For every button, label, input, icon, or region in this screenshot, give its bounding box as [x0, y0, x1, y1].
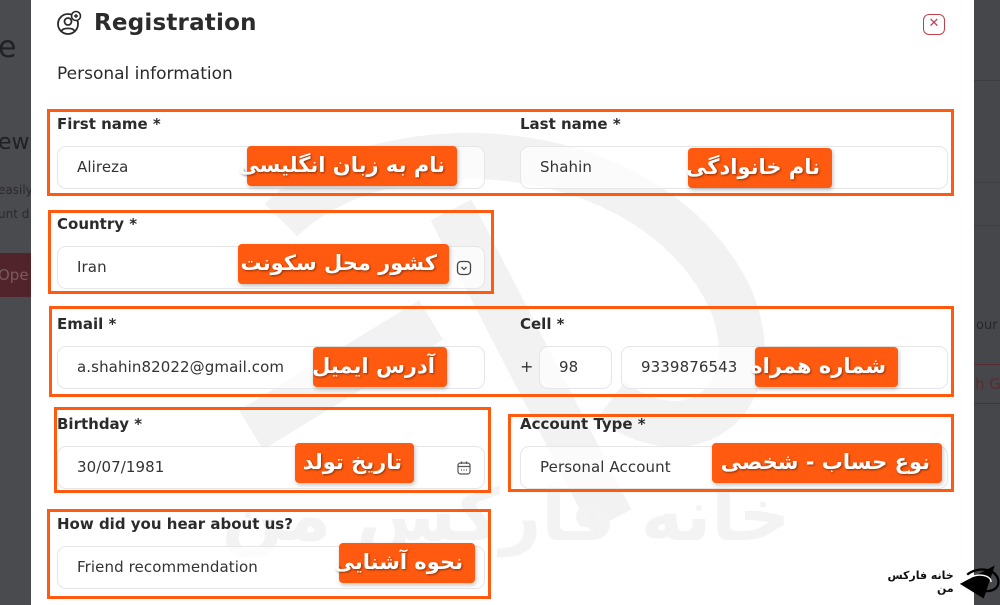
registration-modal: خانه فارکس من Registration ✕ Personal in…: [31, 0, 974, 605]
annotation-referral: نحوه آشنایی: [334, 543, 475, 583]
birthday-label: Birthday *: [57, 414, 142, 433]
section-title: Personal information: [57, 64, 233, 84]
input-value: a.shahin82022@gmail.com: [77, 358, 285, 376]
chevron-down-icon: [456, 260, 472, 276]
last-name-label: Last name *: [520, 114, 621, 133]
background-subheading-fragment: ew: [0, 130, 30, 155]
background-divider: [974, 182, 1000, 183]
label-text: Birthday *: [57, 415, 143, 433]
label-text: Country *: [57, 215, 138, 233]
user-add-icon: [57, 10, 82, 35]
brand-text: خانه فارکس من: [887, 569, 954, 595]
referral-label: How did you hear about us?: [57, 514, 293, 533]
first-name-label: First name *: [57, 114, 161, 133]
annotation-last-name: نام خانوادگی: [686, 148, 832, 188]
country-code-input[interactable]: 98: [539, 346, 612, 389]
background-open-button: Ope: [0, 253, 31, 297]
country-label: Country *: [57, 214, 137, 233]
label-text: Email *: [57, 315, 117, 333]
background-text-fragment: easily: [0, 183, 31, 197]
label-text: Account Type *: [520, 415, 646, 433]
cell-label: Cell *: [520, 314, 565, 333]
background-page-right: our h G: [974, 0, 1000, 605]
account-type-label: Account Type *: [520, 414, 646, 433]
background-text-fragment: our: [976, 318, 998, 333]
label-text: Last name *: [520, 115, 621, 133]
select-value: Friend recommendation: [77, 558, 258, 576]
brand-logo: خانه فارکس من: [874, 562, 1000, 602]
annotation-country: کشور محل سکونت: [238, 244, 449, 284]
background-button-fragment: h G: [974, 364, 1000, 404]
modal-title: Registration: [94, 10, 257, 36]
input-value: Shahin: [540, 158, 593, 176]
input-value: 98: [559, 358, 579, 376]
annotation-cell: شماره همراه: [750, 347, 898, 387]
email-label: Email *: [57, 314, 116, 333]
select-value: Personal Account: [540, 458, 671, 476]
brand-logo-icon: [959, 565, 1000, 599]
birthday-input[interactable]: 30/07/1981: [57, 446, 485, 489]
annotation-email: آدرس ایمیل: [312, 347, 447, 387]
background-heading-fragment: e: [0, 30, 17, 65]
label-text: First name *: [57, 115, 161, 133]
background-text-fragment: unt d: [0, 207, 30, 221]
annotation-birthday: تاریخ تولد: [295, 443, 414, 483]
background-divider: [974, 80, 1000, 81]
input-value: 30/07/1981: [77, 458, 165, 476]
calendar-icon[interactable]: [456, 460, 472, 476]
annotation-account-type: نوع حساب - شخصی: [712, 443, 942, 483]
close-button[interactable]: ✕: [923, 14, 945, 35]
select-value: Iran: [77, 258, 107, 276]
background-divider: [974, 225, 1000, 226]
input-value: Alireza: [77, 158, 129, 176]
phone-prefix: +: [520, 357, 534, 376]
label-text: How did you hear about us?: [57, 515, 293, 533]
modal-header: Registration: [56, 10, 257, 36]
background-page-left: e ew easily unt d Ope: [0, 0, 31, 605]
close-icon: ✕: [928, 16, 940, 31]
annotation-first-name: نام به زبان انگلیسی: [238, 146, 457, 186]
input-value: 9339876543: [641, 358, 738, 376]
label-text: Cell *: [520, 315, 565, 333]
